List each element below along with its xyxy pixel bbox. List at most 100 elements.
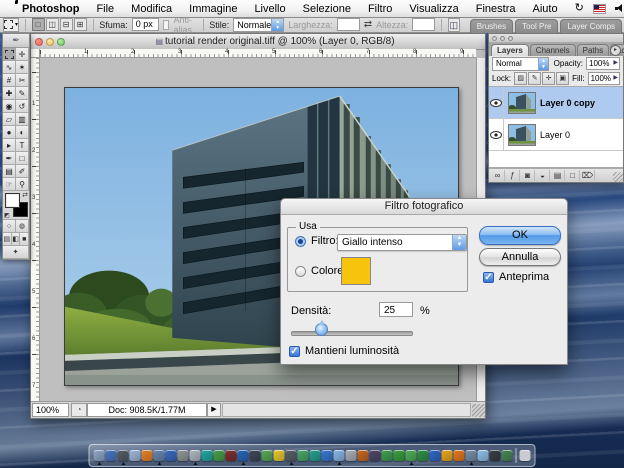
menu-item-finestra[interactable]: Finestra — [476, 3, 516, 15]
dock-app-1[interactable] — [94, 450, 105, 461]
layer-row-layer0[interactable]: Layer 0 — [489, 119, 623, 151]
status-menu-arrow-icon[interactable]: ▶ — [207, 403, 221, 417]
dock-app-18[interactable] — [298, 450, 309, 461]
palette-minimize-button[interactable] — [500, 36, 505, 41]
close-button[interactable] — [35, 38, 43, 46]
menu-item-visualizza[interactable]: Visualizza — [409, 3, 458, 15]
horizontal-ruler[interactable]: 123456789 — [40, 49, 476, 58]
dialog-title[interactable]: Filtro fotografico — [281, 199, 567, 215]
dock-app-2[interactable] — [106, 450, 117, 461]
tool-preset-picker[interactable]: ▾ — [3, 18, 19, 32]
hand-tool[interactable]: ☞ — [3, 178, 16, 191]
palette-titlebar[interactable] — [489, 34, 623, 43]
colore-radio[interactable] — [295, 266, 306, 277]
ok-button[interactable]: OK — [479, 226, 561, 245]
fill-value[interactable]: 100%▶ — [588, 72, 620, 85]
palette-resize-grip[interactable] — [613, 172, 623, 182]
dodge-tool[interactable]: ◐ — [16, 126, 29, 139]
anteprima-checkbox[interactable]: ✓ — [483, 272, 494, 283]
trash-icon[interactable] — [520, 450, 531, 461]
well-tab-tool-pre[interactable]: Tool Pre — [515, 19, 558, 33]
dock-app-5[interactable] — [142, 450, 153, 461]
layer-thumbnail[interactable] — [508, 92, 536, 114]
dock-app-6[interactable] — [154, 450, 165, 461]
dock-app-34[interactable] — [490, 450, 501, 461]
layer-group-icon[interactable]: ▤ — [551, 170, 565, 181]
gradient-tool[interactable]: ▥ — [16, 113, 29, 126]
densita-slider-track[interactable] — [291, 331, 413, 336]
width-input[interactable] — [337, 18, 360, 31]
imageready-button[interactable]: ✦ — [3, 246, 29, 259]
clone-stamp-tool[interactable]: ◉ — [3, 100, 16, 113]
filtro-popup[interactable]: Giallo intenso ▲▼ — [337, 234, 467, 251]
sync-icon[interactable]: ↻ — [575, 3, 584, 14]
dock-app-4[interactable] — [130, 450, 141, 461]
menu-item-livello[interactable]: Livello — [254, 3, 285, 15]
dock-app-16[interactable] — [274, 450, 285, 461]
palette-tab-paths[interactable]: Paths — [577, 44, 609, 56]
pen-tool[interactable]: ✒ — [3, 152, 16, 165]
well-tab-brushes[interactable]: Brushes — [470, 19, 513, 33]
resize-grip[interactable] — [472, 404, 485, 417]
dock-app-26[interactable] — [394, 450, 405, 461]
link-icon[interactable]: ∞ — [491, 170, 505, 181]
color-swatch[interactable] — [341, 257, 371, 285]
palette-zoom-button[interactable] — [508, 36, 513, 41]
dock-app-13[interactable] — [238, 450, 249, 461]
menu-item-modifica[interactable]: Modifica — [131, 3, 172, 15]
crop-tool[interactable]: # — [3, 74, 16, 87]
doc-size-info[interactable]: Doc: 908.5K/1.77M — [87, 403, 207, 417]
dock-app-35[interactable] — [502, 450, 513, 461]
zoom-level-field[interactable]: 100% — [32, 403, 69, 417]
well-tab-layer-comps[interactable]: Layer Comps — [560, 19, 622, 33]
type-tool[interactable]: T — [16, 139, 29, 152]
dock-app-31[interactable] — [454, 450, 465, 461]
move-tool[interactable]: ✛ — [16, 48, 29, 61]
dock-app-10[interactable] — [202, 450, 213, 461]
visibility-cell[interactable] — [489, 87, 504, 118]
adjustment-layer-icon[interactable]: ◒ — [536, 170, 550, 181]
dock-app-21[interactable] — [334, 450, 345, 461]
go-to-bridge-button[interactable]: ◫ — [448, 18, 460, 32]
dock-app-15[interactable] — [262, 450, 273, 461]
height-input[interactable] — [412, 18, 435, 31]
standard-mode-icon[interactable]: ○ — [3, 220, 16, 233]
input-language-flag-icon[interactable] — [593, 4, 606, 14]
eyedropper-tool[interactable]: ✐ — [16, 165, 29, 178]
palette-close-button[interactable] — [492, 36, 497, 41]
zoom-button[interactable] — [57, 38, 65, 46]
quick-mask-mode-icon[interactable]: ◍ — [16, 220, 29, 233]
shape-tool[interactable]: □ — [16, 152, 29, 165]
standard-screen-icon[interactable]: ▤ — [3, 233, 12, 246]
lasso-tool[interactable]: ∿ — [3, 61, 16, 74]
lock-all-icon[interactable]: ▣ — [556, 72, 569, 85]
dock-app-14[interactable] — [250, 450, 261, 461]
menu-item-filtro[interactable]: Filtro — [368, 3, 392, 15]
dock-app-23[interactable] — [358, 450, 369, 461]
palette-menu-arrow-icon[interactable]: ▸ — [610, 45, 621, 56]
dock-app-12[interactable] — [226, 450, 237, 461]
layer-mask-icon[interactable]: ◙ — [521, 170, 535, 181]
dock-app-3[interactable] — [118, 450, 129, 461]
dock-app-11[interactable] — [214, 450, 225, 461]
dock-app-22[interactable] — [346, 450, 357, 461]
history-brush-tool[interactable]: ↺ — [16, 100, 29, 113]
lock-position-icon[interactable]: ✛ — [542, 72, 555, 85]
menu-item-photoshop[interactable]: Photoshop — [22, 3, 79, 15]
dock-app-29[interactable] — [430, 450, 441, 461]
zoom-tool[interactable]: ⚲ — [16, 178, 29, 191]
lock-transparency-icon[interactable]: ▨ — [514, 72, 527, 85]
dock-app-24[interactable] — [370, 450, 381, 461]
add-selection-icon[interactable]: ◫ — [46, 18, 59, 31]
palette-tab-channels[interactable]: Channels — [530, 44, 576, 56]
layer-thumbnail[interactable] — [508, 124, 536, 146]
dock-app-33[interactable] — [478, 450, 489, 461]
brush-tool[interactable]: ✎ — [16, 87, 29, 100]
opacity-value[interactable]: 100%▶ — [586, 57, 620, 70]
vertical-ruler[interactable]: 1234567 — [31, 58, 40, 402]
slice-tool[interactable]: ✂ — [16, 74, 29, 87]
subtract-selection-icon[interactable]: ⊟ — [60, 18, 73, 31]
minimize-button[interactable] — [46, 38, 54, 46]
dock-app-17[interactable] — [286, 450, 297, 461]
fullscreen-menubar-icon[interactable]: ◧ — [12, 233, 21, 246]
